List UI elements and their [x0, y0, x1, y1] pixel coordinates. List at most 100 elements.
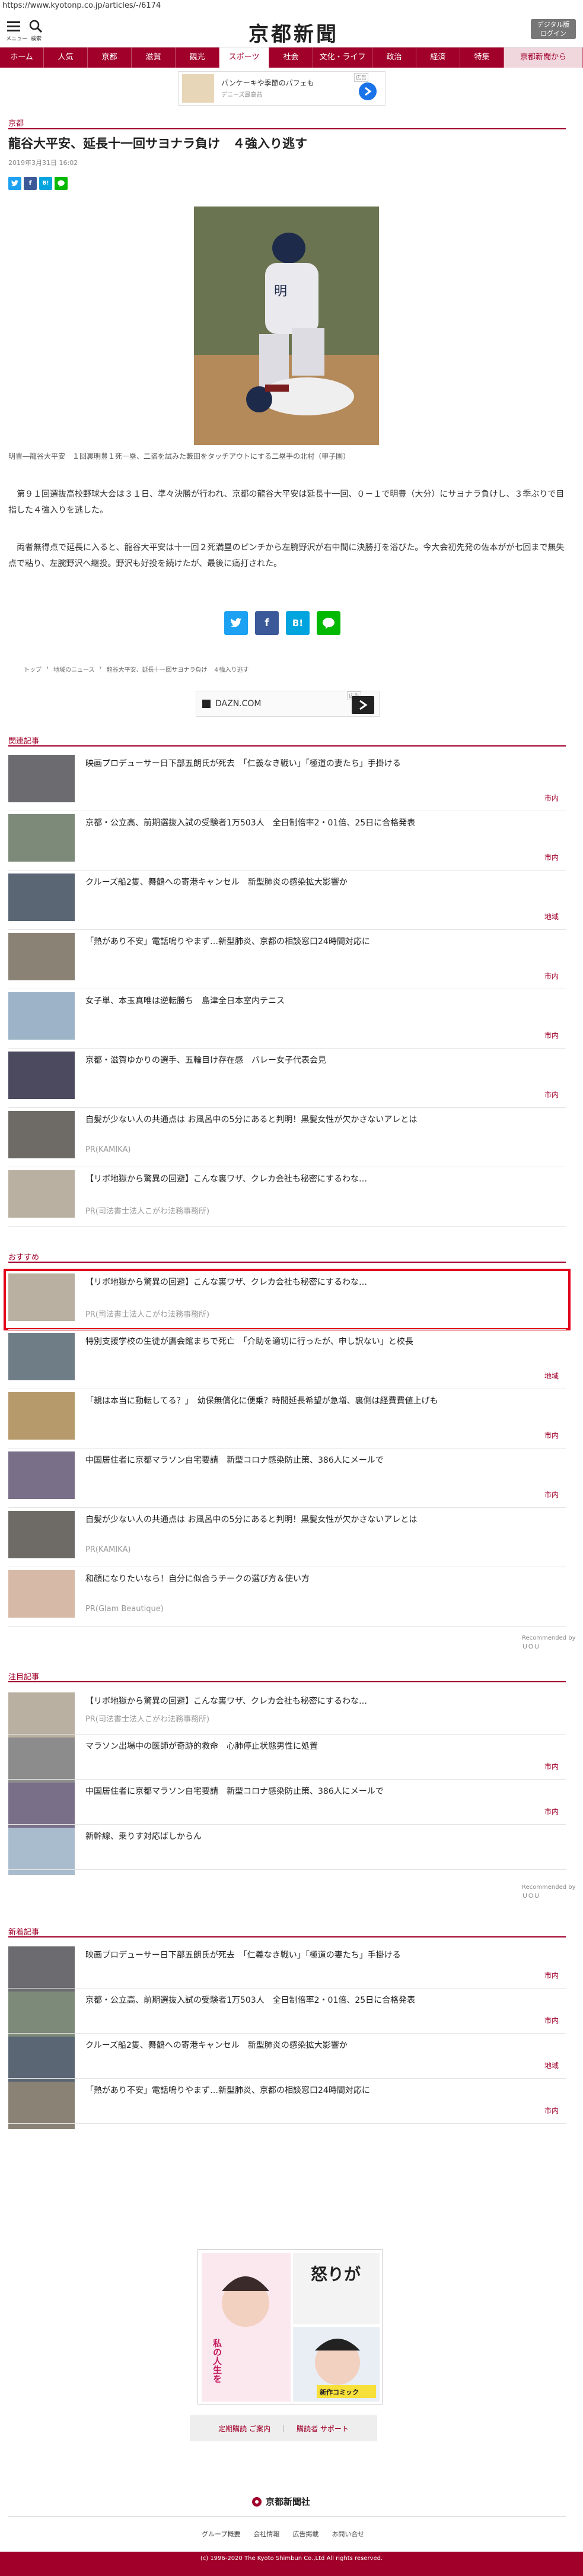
related-category[interactable]: 地域 [544, 911, 559, 922]
hatena-share-button-large[interactable]: B! [286, 611, 310, 635]
latest-item[interactable]: クルーズ船2隻、舞鶴への寄港キャンセル 新型肺炎の感染拡大影響か 地域 [8, 2037, 566, 2084]
facebook-share-button[interactable]: f [24, 177, 37, 190]
related-item[interactable]: 「熱があり不安」電話鳴りやまず…新型肺炎、京都の相談窓口24時間対応に 市内 [8, 933, 566, 985]
nav-item[interactable]: 社会 [269, 47, 313, 68]
related-thumbnail[interactable] [8, 755, 75, 802]
latest-title[interactable]: 京都・公立高、前期選抜入試の受験者1万503人 全日制倍率2・01倍、25日に合… [85, 1994, 415, 2006]
featured-item[interactable]: 中国居住者に京都マラソン自宅要請 新型コロナ感染防止策、386人にメールで市内 [8, 1783, 566, 1830]
latest-category[interactable]: 市内 [544, 2015, 559, 2025]
related-title[interactable]: 女子単、本玉真唯は逆転勝ち 島津全日本室内テニス [85, 995, 285, 1006]
recommended-category[interactable]: 市内 [544, 1489, 559, 1500]
latest-thumbnail[interactable] [8, 2082, 75, 2129]
nav-item[interactable]: 滋賀 [132, 47, 176, 68]
featured-category[interactable]: 市内 [544, 1806, 559, 1816]
featured-thumbnail[interactable] [8, 1828, 75, 1875]
latest-category[interactable]: 市内 [544, 2105, 559, 2116]
latest-title[interactable]: 映画プロデューサー日下部五朗氏が死去 「仁義なき戦い」「極道の妻たち」手掛ける [85, 1949, 401, 1961]
recommended-thumbnail[interactable] [8, 1570, 75, 1618]
related-title[interactable]: 映画プロデューサー日下部五朗氏が死去 「仁義なき戦い」「極道の妻たち」手掛ける [85, 757, 401, 769]
related-category[interactable]: 市内 [544, 1090, 559, 1100]
nav-item[interactable]: 特集 [460, 47, 504, 68]
nav-item[interactable]: 経済 [416, 47, 460, 68]
featured-item[interactable]: 【リボ地獄から驚異の回避】こんな裏ワザ、クレカ会社も秘密にするわな… PR(司法書… [8, 1692, 566, 1740]
featured-title[interactable]: 【リボ地獄から驚異の回避】こんな裏ワザ、クレカ会社も秘密にするわな… [85, 1695, 367, 1707]
breadcrumb-region[interactable]: 地域のニュース [53, 665, 95, 674]
footer-link-group[interactable]: グループ概要 [202, 2529, 240, 2539]
related-category[interactable]: 市内 [544, 971, 559, 981]
nav-item[interactable]: スポーツ [219, 47, 269, 68]
related-thumbnail[interactable] [8, 933, 75, 980]
subscription-info-button[interactable]: 定期購読 ご案内 [218, 2423, 270, 2434]
search-button[interactable]: 検索 [28, 18, 45, 42]
recommended-thumbnail[interactable] [8, 1333, 75, 1380]
recommended-item[interactable]: 自髪が少ない人の共通点は お風呂中の5分にあると判明！黒髪女性が欠かさないアレと… [8, 1511, 566, 1563]
featured-item[interactable]: 新幹線、乗りす対応ばしからん [8, 1828, 566, 1875]
comic-ad[interactable]: 私の人生を 怒りが 新作コミック [197, 2249, 383, 2405]
recommended-title[interactable]: 【リボ地獄から驚異の回避】こんな裏ワザ、クレカ会社も秘密にするわな… [85, 1276, 367, 1288]
top-ad-banner[interactable]: パンケーキや季節のパフェも デニーズ最高益 広告 [178, 71, 386, 106]
subscriber-support-button[interactable]: 購読者 サポート [297, 2423, 349, 2434]
recommended-item[interactable]: 中国居住者に京都マラソン自宅要請 新型コロナ感染防止策、386人にメールで市内 [8, 1451, 566, 1504]
footer-link-company[interactable]: 会社情報 [253, 2529, 279, 2539]
related-thumbnail[interactable] [8, 992, 75, 1040]
recommended-category[interactable]: 市内 [544, 1430, 559, 1440]
related-title[interactable]: 京都・公立高、前期選抜入試の受験者1万503人 全日制倍率2・01倍、25日に合… [85, 817, 415, 828]
related-thumbnail[interactable] [8, 1170, 75, 1218]
related-title[interactable]: 【リボ地獄から驚異の回避】こんな裏ワザ、クレカ会社も秘密にするわな… [85, 1173, 367, 1184]
featured-title[interactable]: 新幹線、乗りす対応ばしからん [85, 1830, 202, 1842]
recommended-thumbnail[interactable] [8, 1392, 75, 1440]
article-photo[interactable]: 明 [194, 207, 379, 445]
featured-title[interactable]: 中国居住者に京都マラソン自宅要請 新型コロナ感染防止策、386人にメールで [85, 1785, 384, 1797]
latest-category[interactable]: 市内 [544, 1970, 559, 1980]
recommended-title[interactable]: 「親は本当に動転してる？」 幼保無償化に便乗？時間延長希望が急増、裏側は経費費値… [85, 1395, 438, 1406]
dazn-ad[interactable]: DAZN.COM 広告 [196, 691, 380, 717]
featured-powered-by[interactable]: Recommended by ＵＯＵ [522, 1884, 583, 1900]
related-thumbnail[interactable] [8, 874, 75, 921]
footer-logo[interactable]: 京都新聞社 [251, 2495, 310, 2508]
latest-thumbnail[interactable] [8, 1946, 75, 1994]
facebook-share-button-large[interactable]: f [255, 611, 279, 635]
line-share-button-large[interactable] [317, 611, 340, 635]
related-thumbnail[interactable] [8, 1052, 75, 1099]
url-bar[interactable]: https://www.kyotonp.co.jp/articles/-/617… [0, 0, 583, 12]
related-item[interactable]: 京都・滋賀ゆかりの選手、五輪目け存在感 バレー女子代表会見市内 [8, 1052, 566, 1104]
footer-link-contact[interactable]: お問い合せ [332, 2529, 364, 2539]
related-category[interactable]: 市内 [544, 852, 559, 862]
related-category[interactable]: 市内 [544, 1030, 559, 1040]
nav-item[interactable]: 政治 [372, 47, 416, 68]
featured-title[interactable]: マラソン出場中の医師が奇跡的救命 心肺停止状態男性に処置 [85, 1740, 318, 1752]
latest-title[interactable]: 「熱があり不安」電話鳴りやまず…新型肺炎、京都の相談窓口24時間対応に [85, 2084, 370, 2096]
related-title[interactable]: クルーズ船2隻、舞鶴への寄港キャンセル 新型肺炎の感染拡大影響か [85, 876, 348, 888]
related-item[interactable]: クルーズ船2隻、舞鶴への寄港キャンセル 新型肺炎の感染拡大影響か地域 [8, 874, 566, 926]
nav-item[interactable]: ホーム [0, 47, 44, 68]
related-item[interactable]: 京都・公立高、前期選抜入試の受験者1万503人 全日制倍率2・01倍、25日に合… [8, 814, 566, 866]
recommended-title[interactable]: 和顔になりたいなら！自分に似合うチークの選び方＆使い方 [85, 1573, 310, 1584]
recommended-item[interactable]: 【リボ地獄から驚異の回避】こんな裏ワザ、クレカ会社も秘密にするわな… PR(司法書… [4, 1269, 571, 1330]
recommended-title[interactable]: 中国居住者に京都マラソン自宅要請 新型コロナ感染防止策、386人にメールで [85, 1454, 384, 1466]
related-item[interactable]: 【リボ地獄から驚異の回避】こんな裏ワザ、クレカ会社も秘密にするわな… PR(司法書… [8, 1170, 566, 1222]
twitter-share-button-large[interactable] [224, 611, 248, 635]
recommended-item[interactable]: 和顔になりたいなら！自分に似合うチークの選び方＆使い方 PR(Glam Beaut… [8, 1570, 566, 1622]
menu-button[interactable]: メニュー [6, 18, 27, 42]
featured-item[interactable]: マラソン出場中の医師が奇跡的救命 心肺停止状態男性に処置市内 [8, 1738, 566, 1785]
related-item[interactable]: 映画プロデューサー日下部五朗氏が死去 「仁義なき戦い」「極道の妻たち」手掛ける市… [8, 755, 566, 807]
recommended-thumbnail[interactable] [8, 1451, 75, 1499]
latest-item[interactable]: 京都・公立高、前期選抜入試の受験者1万503人 全日制倍率2・01倍、25日に合… [8, 1991, 566, 2039]
recommended-item[interactable]: 「親は本当に動転してる？」 幼保無償化に便乗？時間延長希望が急増、裏側は経費費値… [8, 1392, 566, 1444]
latest-title[interactable]: クルーズ船2隻、舞鶴への寄港キャンセル 新型肺炎の感染拡大影響か [85, 2039, 348, 2051]
nav-item[interactable]: 人気 [44, 47, 88, 68]
recommended-title[interactable]: 特別支援学校の生徒が鷹会館まちで死亡 「介助を適切に行ったが、申し訳ない」と校長 [85, 1335, 413, 1347]
latest-item[interactable]: 映画プロデューサー日下部五朗氏が死去 「仁義なき戦い」「極道の妻たち」手掛ける市… [8, 1946, 566, 1994]
related-thumbnail[interactable] [8, 814, 75, 862]
twitter-share-button[interactable] [8, 177, 21, 190]
latest-thumbnail[interactable] [8, 2037, 75, 2084]
nav-item[interactable]: 京都 [88, 47, 132, 68]
recommended-category[interactable]: 地域 [544, 1371, 559, 1381]
recommended-thumbnail[interactable] [8, 1511, 75, 1558]
nav-item[interactable]: 京都新聞から [504, 47, 583, 68]
nav-item[interactable]: 観光 [176, 47, 219, 68]
related-title[interactable]: 京都・滋賀ゆかりの選手、五輪目け存在感 バレー女子代表会見 [85, 1054, 326, 1066]
featured-category[interactable]: 市内 [544, 1761, 559, 1771]
site-logo[interactable]: 京都新聞 [237, 18, 350, 46]
related-category[interactable]: 市内 [544, 793, 559, 803]
